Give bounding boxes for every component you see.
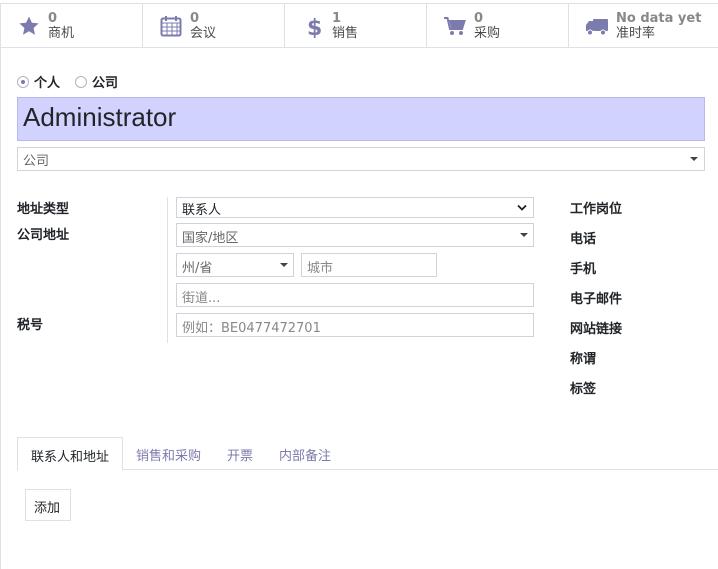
company-type-radio-group: 个人 公司	[17, 72, 133, 91]
sales-button[interactable]: $ 1 销售	[285, 4, 427, 47]
city-input[interactable]: 城市	[301, 253, 437, 277]
parent-company-placeholder: 公司	[23, 154, 50, 169]
website-label: 网站链接	[570, 322, 623, 337]
email-label: 电子邮件	[570, 292, 623, 307]
vat-placeholder: 例如：BE0477472701	[182, 321, 321, 336]
address-type-label: 地址类型	[17, 202, 70, 217]
street-placeholder: 街道...	[182, 291, 221, 306]
svg-text:$: $	[307, 16, 322, 38]
tab-invoicing[interactable]: 开票	[214, 437, 266, 470]
caret-down-icon	[690, 157, 698, 161]
vat-input[interactable]: 例如：BE0477472701	[176, 313, 534, 337]
caret-down-icon	[520, 233, 528, 237]
column-divider	[167, 197, 168, 343]
opportunities-count: 0	[48, 11, 58, 26]
country-select[interactable]: 国家/地区	[176, 223, 534, 247]
cart-icon	[443, 14, 467, 38]
radio-company-label: 公司	[92, 76, 119, 91]
city-placeholder: 城市	[307, 261, 334, 276]
tags-label: 标签	[570, 382, 597, 397]
state-placeholder: 州/省	[182, 261, 213, 276]
state-select[interactable]: 州/省	[176, 253, 294, 277]
radio-individual-label: 个人	[34, 76, 61, 91]
chevron-down-icon	[517, 204, 527, 211]
radio-individual[interactable]: 个人	[17, 72, 60, 91]
street-input[interactable]: 街道...	[176, 283, 534, 307]
purchases-count: 0	[474, 11, 484, 26]
sales-count: 1	[332, 11, 342, 26]
title-label: 称谓	[570, 352, 597, 367]
tab-sales-purchase[interactable]: 销售和采购	[123, 437, 214, 470]
tab-contacts-addresses[interactable]: 联系人和地址	[17, 437, 124, 471]
radio-company-indicator[interactable]	[75, 75, 88, 88]
caret-down-icon	[280, 263, 288, 267]
on-time-rate-value: No data yet	[616, 11, 702, 26]
mobile-label: 手机	[570, 262, 597, 277]
phone-label: 电话	[570, 232, 597, 247]
country-placeholder: 国家/地区	[182, 231, 239, 246]
opportunities-button[interactable]: 0 商机	[1, 4, 143, 47]
job-position-label: 工作岗位	[570, 202, 623, 217]
add-contact-button[interactable]: 添加	[25, 489, 71, 521]
parent-company-select[interactable]: 公司	[17, 147, 705, 171]
meetings-count: 0	[190, 11, 200, 26]
smart-button-bar: 0 商机 0 会议 $ 1 销售 0 采购 No data yet 准时率	[1, 4, 718, 48]
tab-internal-notes[interactable]: 内部备注	[266, 437, 344, 470]
on-time-rate-button[interactable]: No data yet 准时率	[569, 4, 716, 47]
star-icon	[17, 14, 41, 38]
truck-icon	[585, 14, 609, 38]
meetings-button[interactable]: 0 会议	[143, 4, 285, 47]
address-type-select[interactable]: 联系人	[176, 197, 534, 218]
meetings-label: 会议	[190, 26, 217, 41]
purchases-button[interactable]: 0 采购	[427, 4, 569, 47]
notebook-tabs: 联系人和地址 销售和采购 开票 内部备注	[17, 437, 718, 471]
opportunities-label: 商机	[48, 26, 75, 41]
partner-name-input[interactable]: Administrator	[17, 97, 705, 141]
purchases-label: 采购	[474, 26, 501, 41]
radio-individual-indicator[interactable]	[17, 75, 29, 88]
sales-label: 销售	[332, 26, 359, 41]
radio-company[interactable]: 公司	[75, 72, 118, 91]
calendar-icon	[159, 14, 183, 38]
dollar-icon: $	[301, 14, 325, 38]
on-time-rate-label: 准时率	[616, 26, 656, 41]
tax-id-label: 税号	[17, 318, 44, 333]
company-address-label: 公司地址	[17, 228, 70, 243]
address-type-value: 联系人	[182, 203, 222, 218]
